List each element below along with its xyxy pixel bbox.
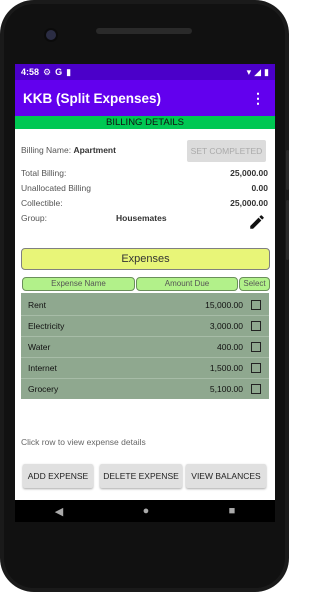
hint-text: Click row to view expense details	[21, 437, 146, 447]
status-bar: 4:58 ⚙ G ▮ ▾ ◢ ▮	[15, 64, 275, 80]
group-value: Housemates	[116, 213, 167, 223]
system-nav-bar: ◀ ● ■	[15, 500, 275, 522]
home-icon[interactable]: ●	[143, 505, 150, 517]
billing-details-banner: BILLING DETAILS	[15, 116, 275, 129]
expense-amount: 400.00	[217, 342, 243, 352]
table-row[interactable]: Rent 15,000.00	[21, 295, 269, 316]
expense-name: Water	[28, 342, 51, 352]
table-row[interactable]: Internet 1,500.00	[21, 358, 269, 379]
wifi-icon: ▾	[246, 66, 252, 77]
speaker-grille	[96, 28, 192, 34]
select-checkbox[interactable]	[251, 321, 261, 331]
expense-name: Grocery	[28, 384, 59, 394]
delete-expense-button[interactable]: DELETE EXPENSE	[100, 464, 182, 488]
view-balances-button[interactable]: VIEW BALANCES	[186, 464, 266, 488]
status-time: 4:58	[21, 67, 40, 77]
settings-icon: ⚙	[43, 66, 52, 77]
back-icon[interactable]: ◀	[55, 505, 63, 518]
billing-name-row: Billing Name: Apartment	[21, 145, 116, 155]
set-completed-button[interactable]: SET COMPLETED	[187, 140, 266, 162]
expense-amount: 5,100.00	[209, 384, 243, 394]
table-row[interactable]: Electricity 3,000.00	[21, 316, 269, 337]
sim-icon: ▮	[66, 66, 72, 77]
select-checkbox[interactable]	[251, 363, 261, 373]
more-vert-icon[interactable]: ⋮	[249, 90, 267, 107]
expense-name: Rent	[28, 300, 46, 310]
collectible-value: 25,000.00	[230, 198, 268, 208]
billing-name-label: Billing Name:	[21, 145, 72, 155]
group-label: Group:	[21, 213, 47, 223]
column-header-amount-due: Amount Due	[136, 277, 238, 291]
power-button	[286, 200, 289, 260]
recents-icon[interactable]: ■	[229, 505, 236, 517]
table-row[interactable]: Water 400.00	[21, 337, 269, 358]
signal-icon: ◢	[254, 66, 262, 77]
total-billing-label: Total Billing:	[21, 168, 67, 178]
expense-amount: 3,000.00	[209, 321, 243, 331]
table-row[interactable]: Grocery 5,100.00	[21, 379, 269, 399]
app-bar: KKB (Split Expenses) ⋮	[15, 80, 275, 116]
battery-icon: ▮	[264, 66, 269, 77]
expense-amount: 1,500.00	[209, 363, 243, 373]
google-icon: G	[55, 67, 63, 77]
app-screen: 4:58 ⚙ G ▮ ▾ ◢ ▮ KKB (Split Expenses) ⋮ …	[15, 64, 275, 522]
add-expense-button[interactable]: ADD EXPENSE	[23, 464, 93, 488]
unallocated-billing-value: 0.00	[251, 183, 268, 193]
column-header-select: Select	[239, 277, 270, 291]
billing-name-value: Apartment	[73, 145, 116, 155]
unallocated-billing-label: Unallocated Billing	[21, 183, 91, 193]
collectible-label: Collectible:	[21, 198, 63, 208]
camera-icon	[46, 30, 56, 40]
app-title: KKB (Split Expenses)	[23, 90, 162, 106]
expense-name: Internet	[28, 363, 57, 373]
volume-button	[286, 150, 289, 190]
expense-name: Electricity	[28, 321, 65, 331]
total-billing-value: 25,000.00	[230, 168, 268, 178]
column-header-expense-name: Expense Name	[22, 277, 135, 291]
select-checkbox[interactable]	[251, 342, 261, 352]
expenses-table: Rent 15,000.00 Electricity 3,000.00 Wate…	[21, 293, 269, 399]
select-checkbox[interactable]	[251, 300, 261, 310]
expenses-title: Expenses	[21, 248, 270, 270]
expense-amount: 15,000.00	[205, 300, 243, 310]
select-checkbox[interactable]	[251, 384, 261, 394]
pencil-icon[interactable]	[248, 213, 266, 231]
